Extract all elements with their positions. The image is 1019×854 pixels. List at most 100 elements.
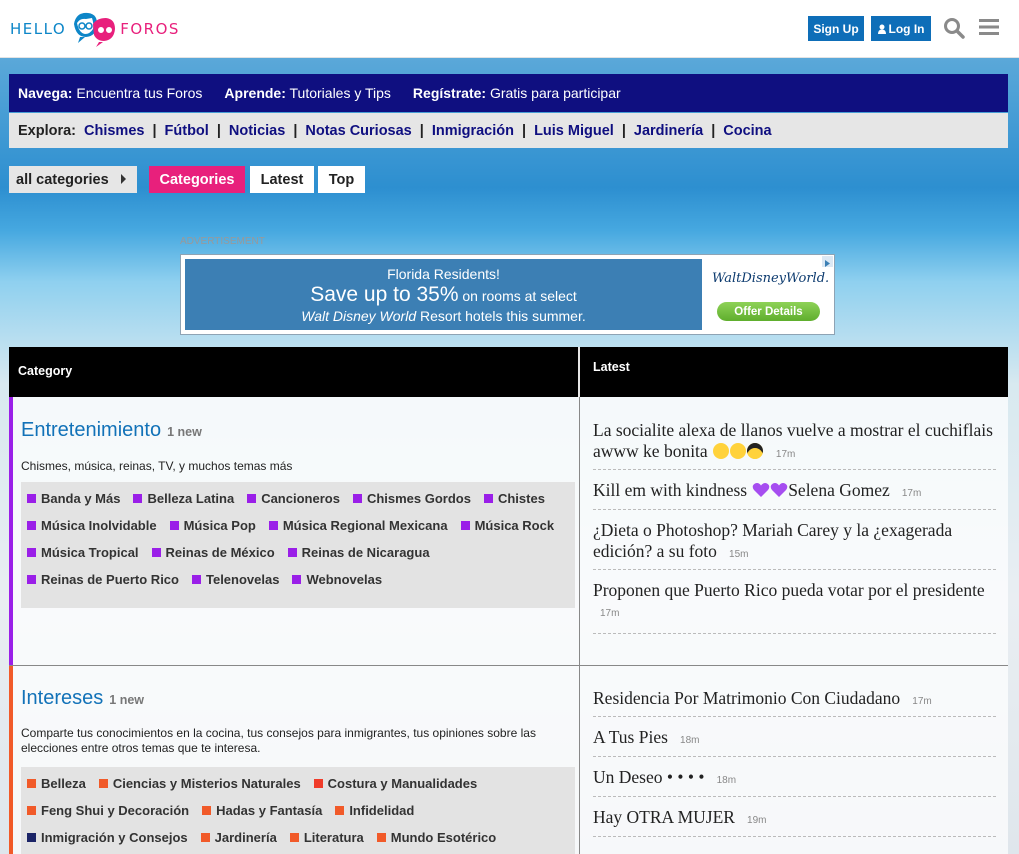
tab-categories[interactable]: Categories xyxy=(149,166,245,193)
subcategory-link[interactable]: Banda y Más xyxy=(27,491,120,506)
subcategory-link[interactable]: Literatura xyxy=(289,830,364,845)
subcategory-link[interactable]: Mundo Esotérico xyxy=(376,830,496,845)
subcategory-link[interactable]: Ciencias y Misterios Naturales xyxy=(98,776,301,791)
subcategory-link[interactable]: Música Regional Mexicana xyxy=(268,518,448,533)
search-icon[interactable] xyxy=(943,17,965,44)
latest-topic[interactable]: ¿Dieta o Photoshop? Mariah Carey y la ¿e… xyxy=(593,510,996,570)
explore-link-jardineria[interactable]: Jardinería xyxy=(634,123,703,139)
ad-line-2: Save up to 35% on rooms at select xyxy=(185,283,702,307)
subcategory-label: Reinas de Puerto Rico xyxy=(41,572,179,587)
subcategory-link[interactable]: Música Inolvidable xyxy=(27,518,157,533)
subcategory-color-square xyxy=(27,548,36,557)
category-row-entretenimiento: Entretenimiento 1 new Chismes, música, re… xyxy=(9,397,1008,666)
tab-top[interactable]: Top xyxy=(318,166,365,193)
subcategory-link[interactable]: Webnovelas xyxy=(292,572,382,587)
latest-topic[interactable]: La socialite alexa de llanos vuelve a mo… xyxy=(593,419,996,470)
subcategory-link[interactable]: Reinas de Puerto Rico xyxy=(27,572,179,587)
category-color-bar xyxy=(9,666,13,854)
subcategory-label: Literatura xyxy=(303,830,364,845)
ad-message-panel: Florida Residents! Save up to 35% on roo… xyxy=(185,259,702,330)
topic-title: Kill em with kindness xyxy=(593,480,748,500)
column-divider xyxy=(579,666,580,854)
subcategory-label: Banda y Más xyxy=(41,491,121,506)
nav-navega[interactable]: Navega: Encuentra tus Foros xyxy=(18,85,202,101)
category-description: Chismes, música, reinas, TV, y muchos te… xyxy=(21,459,293,473)
subcategory-link[interactable]: Inmigración y Consejos xyxy=(27,830,188,845)
explore-link-cocina[interactable]: Cocina xyxy=(723,123,771,139)
ad-line-1: Florida Residents! xyxy=(387,266,500,282)
all-categories-dropdown[interactable]: all categories xyxy=(9,166,137,193)
nav-registrate[interactable]: Regístrate: Gratis para participar xyxy=(413,85,621,101)
explore-link-notas-curiosas[interactable]: Notas Curiosas xyxy=(305,123,411,139)
subcategory-color-square xyxy=(335,806,345,815)
hamburger-menu-icon[interactable] xyxy=(979,17,999,42)
new-count-badge[interactable]: 1 new xyxy=(109,693,144,707)
category-title-link[interactable]: Intereses 1 new xyxy=(21,687,144,710)
subcategory-color-square xyxy=(376,833,386,842)
latest-topic[interactable]: Hay OTRA MUJER 19m xyxy=(593,797,996,837)
category-title-link[interactable]: Entretenimiento 1 new xyxy=(21,419,202,442)
tab-latest[interactable]: Latest xyxy=(250,166,314,193)
explore-link-luis-miguel[interactable]: Luis Miguel xyxy=(534,123,614,139)
subcategory-link[interactable]: Música Rock xyxy=(460,518,554,533)
latest-topic[interactable]: Kill em with kindness Selena Gomez 17m xyxy=(593,470,996,510)
latest-topic[interactable]: A Tus Pies 18m xyxy=(593,717,996,757)
advertisement-banner[interactable]: Florida Residents! Save up to 35% on roo… xyxy=(180,254,835,335)
caret-right-icon xyxy=(121,174,126,184)
subcategory-color-square xyxy=(27,779,36,788)
subcategory-link[interactable]: Hadas y Fantasía xyxy=(202,803,322,818)
subcategory-link[interactable]: Cancioneros xyxy=(247,491,340,506)
scream-emoji-icon xyxy=(712,443,729,459)
log-in-button[interactable]: Log In xyxy=(871,16,931,41)
subcategory-color-square xyxy=(460,521,470,530)
nav-aprende[interactable]: Aprende: Tutoriales y Tips xyxy=(224,85,391,101)
explore-link-chismes[interactable]: Chismes xyxy=(84,123,144,139)
site-logo[interactable]: HELLO FOROS xyxy=(10,10,180,48)
explore-link-futbol[interactable]: Fútbol xyxy=(165,123,209,139)
latest-topic[interactable]: Proponen que Puerto Rico pueda votar por… xyxy=(593,570,996,634)
subcategory-link[interactable]: Costura y Manualidades xyxy=(313,776,477,791)
subcategory-color-square xyxy=(292,575,302,584)
subcategory-link[interactable]: Infidelidad xyxy=(335,803,414,818)
subcategory-color-square xyxy=(313,779,323,788)
nav-navega-text: Encuentra tus Foros xyxy=(76,85,203,101)
topic-age: 18m xyxy=(680,735,700,746)
subcategory-link[interactable]: Música Tropical xyxy=(27,545,139,560)
subcategory-link[interactable]: Jardinería xyxy=(200,830,277,845)
subcategory-link[interactable]: Belleza xyxy=(27,776,86,791)
subcategory-color-square xyxy=(169,521,179,530)
subcategory-link[interactable]: Reinas de México xyxy=(151,545,275,560)
explore-link-inmigracion[interactable]: Inmigración xyxy=(432,123,514,139)
ad-brand-logo: WaltDisneyWorld. xyxy=(712,271,830,286)
subcategory-color-square xyxy=(133,494,143,503)
column-header-latest: Latest xyxy=(593,360,630,374)
subcategory-link[interactable]: Telenovelas xyxy=(191,572,279,587)
subcategory-color-square xyxy=(151,548,161,557)
topic-age: 18m xyxy=(716,775,737,786)
latest-topic[interactable]: Residencia Por Matrimonio Con Ciudadano … xyxy=(593,687,996,717)
topic-title: Proponen que Puerto Rico pueda votar por… xyxy=(593,580,985,600)
sunglasses-emoji-icon xyxy=(746,443,763,459)
primary-nav-bar: Navega: Encuentra tus Foros Aprende: Tut… xyxy=(9,74,1008,112)
subcategory-link[interactable]: Chistes xyxy=(483,491,545,506)
subcategory-link[interactable]: Belleza Latina xyxy=(133,491,234,506)
subcategory-color-square xyxy=(202,806,212,815)
subcategory-label: Chismes Gordos xyxy=(366,491,471,506)
nav-aprende-label: Aprende: xyxy=(224,85,286,101)
adchoices-icon[interactable] xyxy=(822,256,833,267)
new-count-badge[interactable]: 1 new xyxy=(167,425,202,439)
nav-navega-label: Navega: xyxy=(18,85,73,101)
subcategory-label: Música Tropical xyxy=(41,545,139,560)
latest-topic[interactable]: Un Deseo • • • • 18m xyxy=(593,757,996,797)
subcategory-link[interactable]: Música Pop xyxy=(169,518,256,533)
latest-topics-list: Residencia Por Matrimonio Con Ciudadano … xyxy=(593,687,996,837)
separator: | xyxy=(216,122,221,139)
subcategory-link[interactable]: Feng Shui y Decoración xyxy=(27,803,189,818)
subcategory-link[interactable]: Chismes Gordos xyxy=(352,491,471,506)
ad-offer-details-button[interactable]: Offer Details xyxy=(717,302,820,321)
subcategory-label: Ciencias y Misterios Naturales xyxy=(112,776,301,791)
topic-title: A Tus Pies xyxy=(593,727,668,747)
subcategory-link[interactable]: Reinas de Nicaragua xyxy=(287,545,430,560)
explore-link-noticias[interactable]: Noticias xyxy=(229,123,285,139)
sign-up-button[interactable]: Sign Up xyxy=(808,16,864,41)
